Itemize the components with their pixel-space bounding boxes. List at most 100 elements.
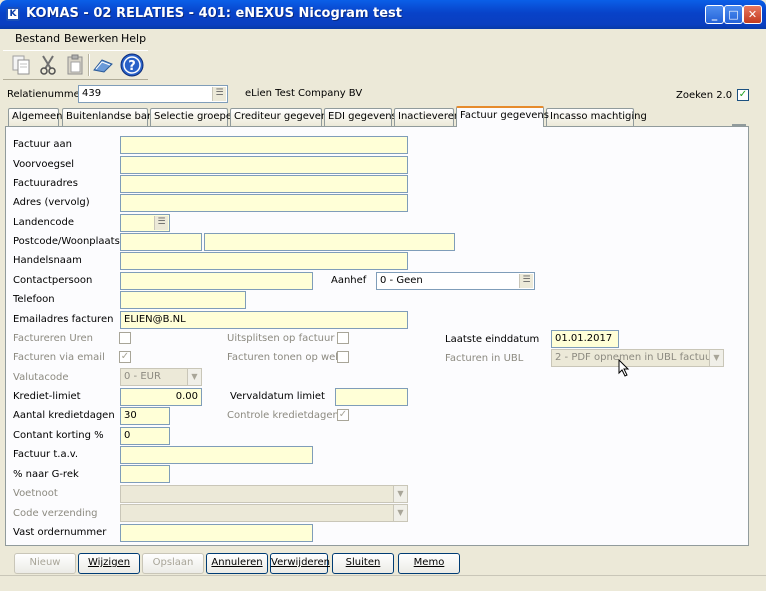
voorvoegsel-label: Voorvoegsel (13, 159, 75, 170)
voetnoot-label: Voetnoot (13, 488, 58, 499)
company-name: eLien Test Company BV (245, 88, 363, 99)
kredietdagen-input[interactable]: 30 (120, 407, 170, 425)
close-button[interactable]: ✕ (743, 5, 762, 24)
handelsnaam-input[interactable] (120, 252, 408, 270)
factuuradres-input[interactable] (120, 175, 408, 193)
list-lookup-icon[interactable]: ☰ (212, 87, 226, 101)
zoeken-label: Zoeken 2.0 (676, 90, 733, 101)
status-bar (0, 575, 766, 591)
facturen-web-checkbox[interactable] (337, 351, 349, 363)
naar-g-rek-input[interactable] (120, 465, 170, 483)
tab-crediteur-gegevens[interactable]: Crediteur gegevens (230, 108, 332, 126)
facturen-email-label: Facturen via email (13, 352, 105, 363)
menu-help[interactable]: Help (121, 32, 146, 45)
aanhef-input[interactable]: 0 - Geen ☰ (376, 272, 535, 290)
adres-vervolg-input[interactable] (120, 194, 408, 212)
paste-icon[interactable] (62, 52, 88, 78)
telefoon-label: Telefoon (13, 294, 55, 305)
tab-scroll-indicator (732, 124, 746, 126)
laatste-einddatum-label: Laatste einddatum (445, 334, 540, 345)
aanhef-lookup-icon[interactable]: ☰ (519, 274, 533, 288)
factuur-aan-input[interactable] (120, 136, 408, 154)
tab-inactieveren[interactable]: Inactieveren (394, 108, 460, 126)
laatste-einddatum-input[interactable]: 01.01.2017 (551, 330, 619, 348)
help-icon[interactable]: ? (119, 52, 145, 78)
vast-ordernummer-label: Vast ordernummer (13, 527, 107, 538)
tab-buitenlandse-bank[interactable]: Buitenlandse bank (62, 108, 159, 126)
valutacode-value: 0 - EUR (124, 371, 161, 382)
uitsplitsen-label: Uitsplitsen op factuur (227, 333, 335, 344)
facturen-ubl-label: Facturen in UBL (445, 353, 524, 364)
valutacode-select[interactable]: 0 - EUR ▼ (120, 368, 202, 386)
factuur-tav-input[interactable] (120, 446, 313, 464)
annuleren-button[interactable]: Annuleren (206, 553, 268, 574)
factuur-tav-label: Factuur t.a.v. (13, 449, 79, 460)
adres-vervolg-label: Adres (vervolg) (13, 197, 90, 208)
memo-button[interactable]: Memo (398, 553, 460, 574)
controle-kredietdagen-checkbox[interactable]: ✓ (337, 409, 349, 421)
landencode-input[interactable]: ☰ (120, 214, 170, 232)
kredietdagen-label: Aantal kredietdagen (13, 410, 115, 421)
factureren-uren-checkbox[interactable] (119, 332, 131, 344)
opslaan-button[interactable]: Opslaan (142, 553, 204, 574)
contactpersoon-input[interactable] (120, 272, 313, 290)
factureren-uren-label: Factureren Uren (13, 333, 94, 344)
facturen-email-checkbox[interactable]: ✓ (119, 351, 131, 363)
handelsnaam-label: Handelsnaam (13, 255, 82, 266)
minimize-button[interactable]: _ (705, 5, 724, 24)
krediet-limiet-input[interactable]: 0.00 (120, 388, 202, 406)
woonplaats-input[interactable] (204, 233, 455, 251)
postcode-input[interactable] (120, 233, 202, 251)
relatienummer-input[interactable]: 439 ☰ (78, 85, 228, 103)
zoeken-checkbox[interactable]: ✓ (737, 89, 749, 101)
tab-incasso-machtiging[interactable]: Incasso machtiging (546, 108, 647, 126)
krediet-limiet-label: Krediet-limiet (13, 391, 81, 402)
switch-icon[interactable] (90, 52, 116, 78)
contactpersoon-label: Contactpersoon (13, 275, 93, 286)
wijzigen-button[interactable]: Wijzigen (78, 553, 140, 574)
nieuw-button[interactable]: Nieuw (14, 553, 76, 574)
tab-factuur-gegevens[interactable]: Factuur gegevens (456, 106, 549, 127)
emailadres-input[interactable]: ELIEN@B.NL (120, 311, 408, 329)
aanhef-label: Aanhef (331, 275, 367, 286)
chevron-down-icon[interactable]: ▼ (187, 369, 201, 385)
contant-korting-input[interactable]: 0 (120, 427, 170, 445)
maximize-button[interactable]: □ (724, 5, 743, 24)
tab-algemeen[interactable]: Algemeen (8, 108, 63, 126)
chevron-down-icon[interactable]: ▼ (393, 505, 407, 521)
naar-g-rek-label: % naar G-rek (13, 469, 79, 480)
telefoon-input[interactable] (120, 291, 246, 309)
verwijderen-button[interactable]: Verwijderen (270, 553, 330, 574)
menu-bewerken[interactable]: Bewerken (64, 32, 118, 45)
vast-ordernummer-input[interactable] (120, 524, 313, 542)
chevron-down-icon[interactable]: ▼ (709, 350, 723, 366)
contant-korting-label: Contant korting % (13, 430, 104, 441)
facturen-ubl-value: 2 - PDF opnemen in UBL factuur (555, 352, 716, 363)
app-icon[interactable]: K (6, 7, 20, 21)
sluiten-button[interactable]: Sluiten (332, 553, 394, 574)
aanhef-value: 0 - Geen (380, 275, 423, 286)
vervaldatum-limiet-label: Vervaldatum limiet (230, 391, 325, 402)
valutacode-label: Valutacode (13, 372, 69, 383)
copy-icon[interactable] (8, 52, 34, 78)
menu-bestand[interactable]: Bestand (15, 32, 60, 45)
facturen-ubl-select[interactable]: 2 - PDF opnemen in UBL factuur ▼ (551, 349, 724, 367)
chevron-down-icon[interactable]: ▼ (393, 486, 407, 502)
mouse-cursor-icon (618, 358, 630, 380)
vervaldatum-limiet-input[interactable] (335, 388, 408, 406)
factuuradres-label: Factuuradres (13, 178, 78, 189)
postcode-woonplaats-label: Postcode/Woonplaats (13, 236, 120, 247)
relatienummer-label: Relatienummer (7, 89, 84, 100)
uitsplitsen-checkbox[interactable] (337, 332, 349, 344)
voetnoot-select[interactable]: ▼ (120, 485, 408, 503)
voorvoegsel-input[interactable] (120, 156, 408, 174)
tab-selectie-groepen[interactable]: Selectie groepen (150, 108, 238, 126)
tab-edi-gegevens[interactable]: EDI gegevens (324, 108, 397, 126)
emailadres-label: Emailadres facturen (13, 314, 114, 325)
relatienummer-value: 439 (82, 88, 102, 99)
window-title: KOMAS - 02 RELATIES - 401: eNEXUS Nicogr… (26, 6, 403, 21)
code-verzending-select[interactable]: ▼ (120, 504, 408, 522)
landencode-lookup-icon[interactable]: ☰ (154, 216, 168, 230)
cut-icon[interactable] (35, 52, 61, 78)
facturen-web-label: Facturen tonen op web (227, 352, 342, 363)
